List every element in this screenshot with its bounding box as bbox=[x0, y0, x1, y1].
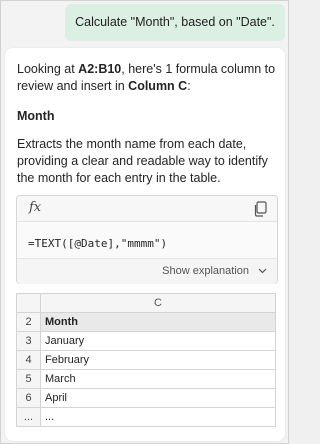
chat-pane: Calculate "Month", based on "Date". Look… bbox=[0, 0, 289, 444]
row-number: 3 bbox=[16, 331, 41, 351]
table-row: 5 March bbox=[16, 369, 276, 389]
formula-box: fx =TEXT([@Date],"mmmm") Show explanatio… bbox=[16, 195, 278, 284]
table-row: 6 April bbox=[16, 388, 276, 408]
table-cell: ... bbox=[40, 407, 276, 427]
show-explanation-label: Show explanation bbox=[162, 265, 249, 277]
intro-suffix: : bbox=[187, 79, 191, 93]
row-number: 4 bbox=[16, 350, 41, 370]
table-row: ... ... bbox=[16, 407, 276, 427]
copy-icon[interactable] bbox=[253, 201, 267, 217]
fx-icon: fx bbox=[29, 200, 42, 215]
formula-description: Extracts the month name from each date, … bbox=[17, 137, 268, 185]
user-message: Calculate "Month", based on "Date". bbox=[65, 4, 285, 41]
show-explanation-button[interactable]: Show explanation bbox=[17, 258, 277, 284]
table-cell: Month bbox=[40, 312, 276, 332]
preview-table: C 2 Month 3 January 4 February 5 March 6… bbox=[16, 293, 276, 427]
assistant-response-card: Looking at A2:B10, here's 1 formula colu… bbox=[5, 48, 285, 441]
table-row: 2 Month bbox=[16, 312, 276, 332]
table-cell: February bbox=[40, 350, 276, 370]
intro-prefix: Looking at bbox=[17, 62, 79, 76]
corner-cell bbox=[16, 293, 41, 313]
target-column: Column C bbox=[128, 79, 188, 93]
table-row: 3 January bbox=[16, 331, 276, 351]
response-intro: Looking at A2:B10, here's 1 formula colu… bbox=[17, 61, 279, 95]
column-header-row: C bbox=[16, 293, 276, 313]
formula-text: =TEXT([@Date],"mmmm") bbox=[28, 237, 168, 250]
table-row: 4 February bbox=[16, 350, 276, 370]
column-header-c: C bbox=[40, 293, 276, 313]
row-number: 2 bbox=[16, 312, 41, 332]
formula-toolbar: fx bbox=[17, 196, 277, 222]
chevron-down-icon bbox=[258, 268, 267, 274]
table-cell: January bbox=[40, 331, 276, 351]
formula-title: Month bbox=[17, 109, 55, 123]
range-ref: A2:B10 bbox=[78, 62, 122, 76]
table-cell: April bbox=[40, 388, 276, 408]
table-cell: March bbox=[40, 369, 276, 389]
row-number: 6 bbox=[16, 388, 41, 408]
row-number: ... bbox=[16, 407, 41, 427]
row-number: 5 bbox=[16, 369, 41, 389]
